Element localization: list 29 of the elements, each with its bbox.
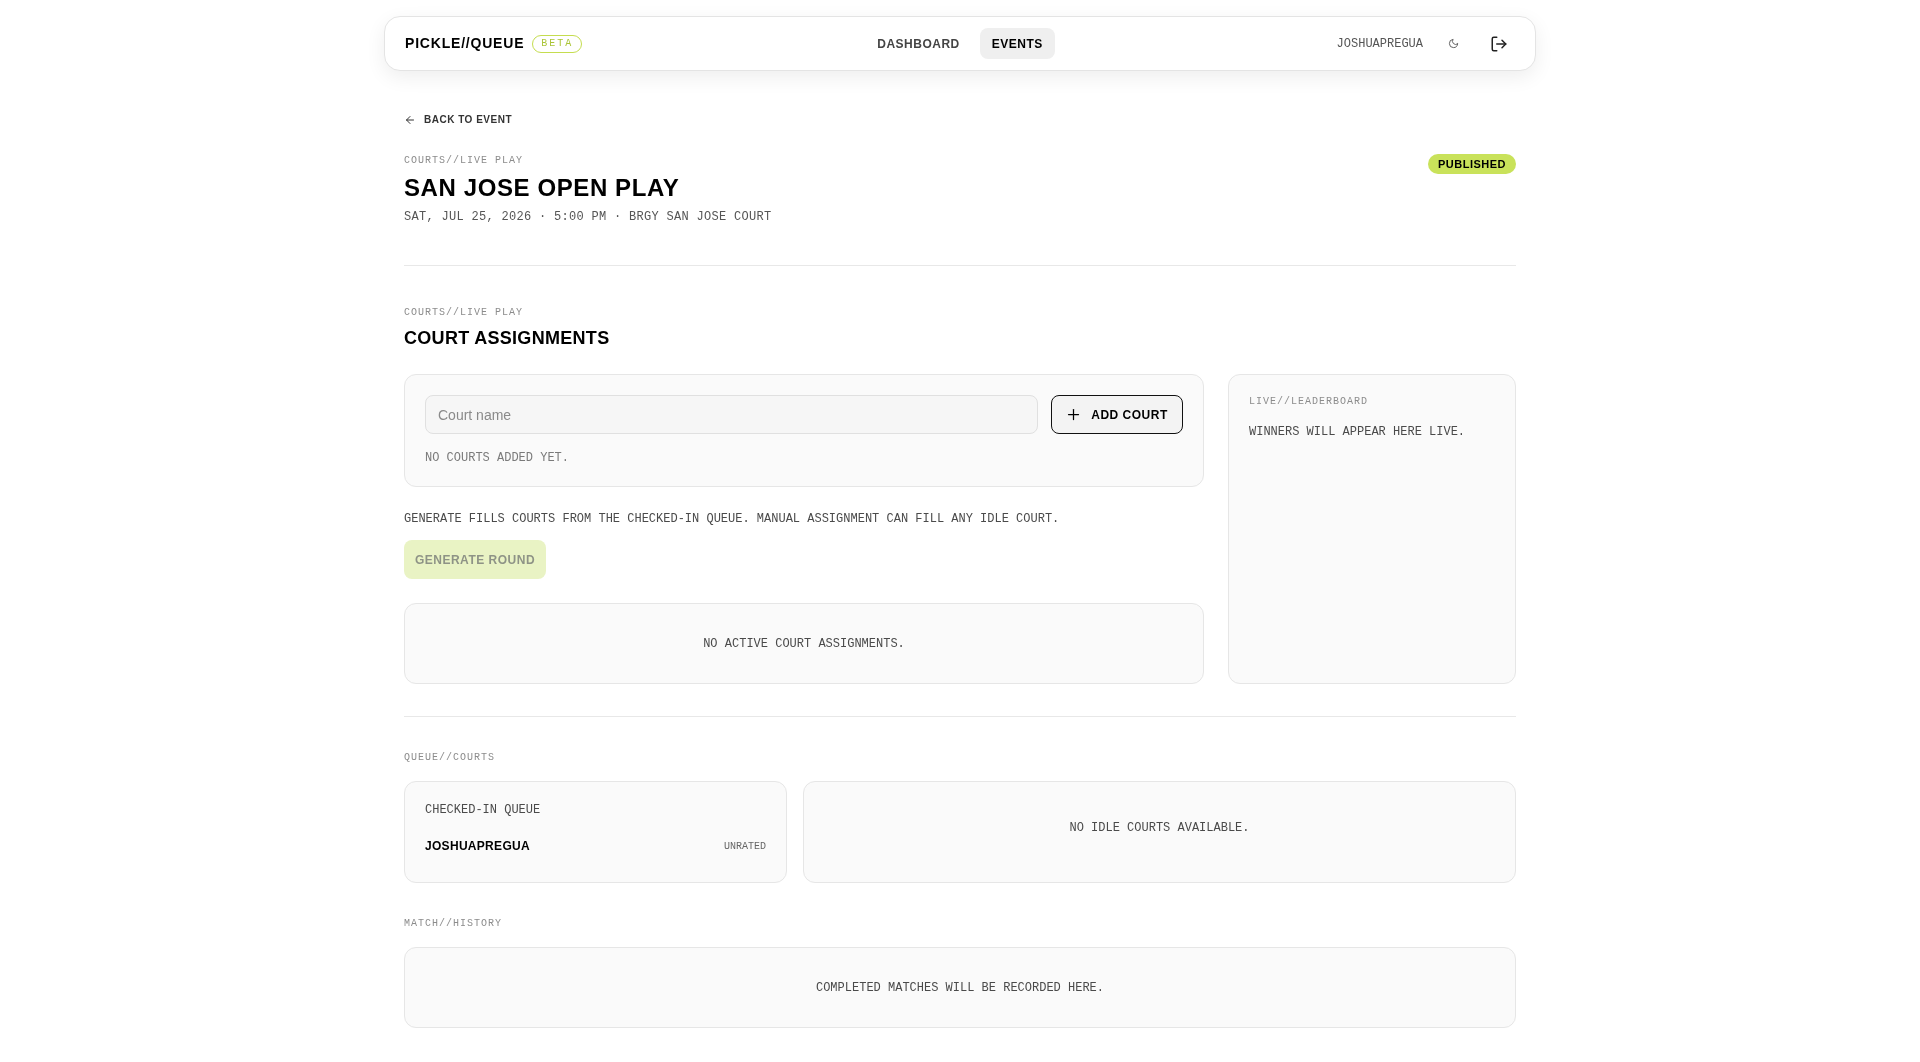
panel-title: CHECKED-IN QUEUE [425, 802, 542, 818]
section-label: COURTS//LIVE PLAY [404, 306, 525, 320]
moon-icon [1447, 38, 1459, 49]
app-logo[interactable]: PICKLE//QUEUE [405, 33, 525, 54]
empty-message: NO ACTIVE COURT ASSIGNMENTS. [703, 635, 905, 652]
event-details: SAT, JUL 25, 2026 · 5:00 PM · BRGY SAN JOSE COURT [404, 209, 772, 225]
status-badge: PUBLISHED [1427, 154, 1516, 174]
section-title: COURT ASSIGNMENTS [404, 327, 611, 350]
nav-tab[interactable]: DASHBOARD [865, 28, 972, 59]
section-label: QUEUE//COURTS [404, 751, 496, 765]
empty-message: WINNERS WILL APPEAR HERE LIVE. [1249, 424, 1467, 440]
section-label: MATCH//HISTORY [404, 917, 503, 931]
section-label: COURTS//LIVE PLAY [404, 154, 525, 168]
empty-message: COMPLETED MATCHES WILL BE RECORDED HERE. [815, 979, 1104, 996]
nav-tab[interactable]: EVENTS [979, 28, 1055, 59]
arrow-left-icon [404, 114, 416, 126]
empty-message: NO IDLE COURTS AVAILABLE. [1069, 821, 1250, 835]
back-link[interactable]: BACK TO EVENT [404, 113, 512, 127]
plus-icon [1066, 407, 1082, 422]
player-name: JOSHUAPREGUA [425, 838, 530, 855]
help-text: GENERATE FILLS COURTS FROM THE CHECKED-IN QUEUE. MANUAL ASSIGNMENT CAN FILL ANY IDLE COURT. [404, 511, 1061, 527]
section-label: LIVE//LEADERBOARD [1249, 395, 1370, 409]
player-rating: UNRATED [724, 839, 766, 854]
add-court-button[interactable]: ADD COURT [1051, 395, 1183, 434]
user-name[interactable]: JOSHUAPREGUA [1336, 34, 1423, 53]
logout-icon [1490, 34, 1508, 53]
event-title: SAN JOSE OPEN PLAY [404, 174, 681, 202]
empty-message: NO COURTS ADDED YET. [425, 450, 571, 466]
court-name-input[interactable]: Court name [425, 395, 1038, 434]
